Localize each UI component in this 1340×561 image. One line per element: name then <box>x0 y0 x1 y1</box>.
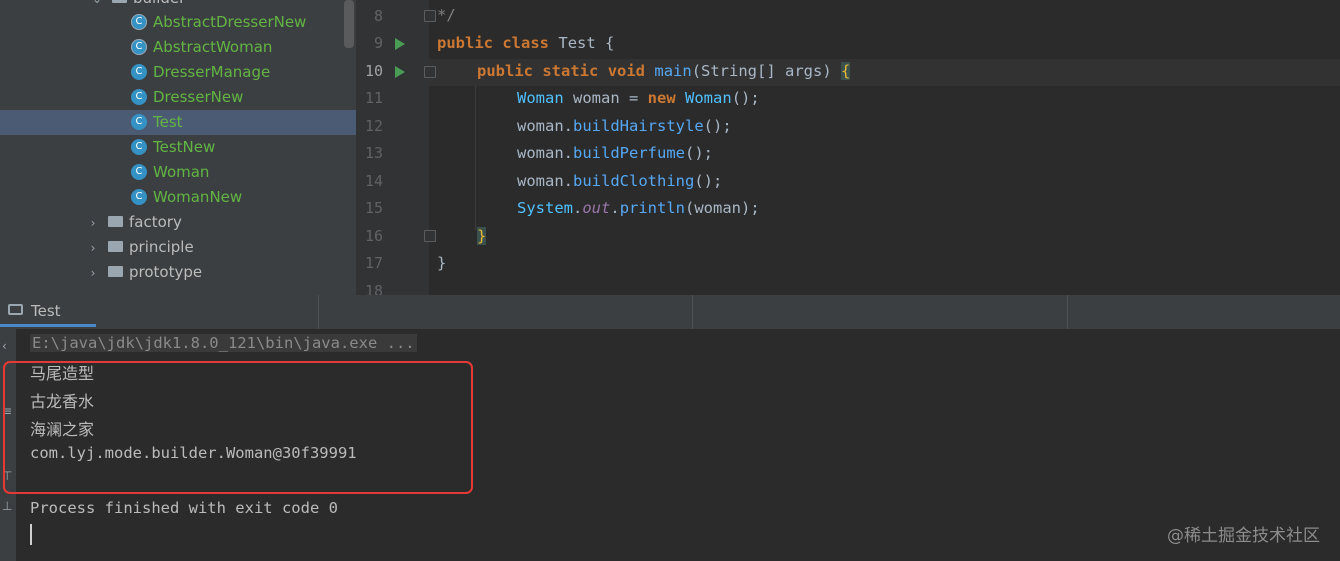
chevron-right-icon[interactable]: › <box>86 211 100 236</box>
abstract-class-icon: C <box>131 38 147 55</box>
class-icon: C <box>131 138 147 155</box>
chevron-left-icon[interactable]: ‹ <box>2 339 7 353</box>
code-line-13: woman.buildPerfume(); <box>517 144 713 162</box>
folder-icon <box>108 216 123 227</box>
tree-item-abstractdressernew[interactable]: C AbstractDresserNew <box>131 10 306 35</box>
watermark: @稀土掘金技术社区 <box>1167 526 1320 546</box>
tab-run-test[interactable]: Test <box>0 295 96 327</box>
tree-item-dressermanage[interactable]: C DresserManage <box>131 60 270 85</box>
fold-marker-icon[interactable] <box>424 230 436 242</box>
line-number: 16 <box>364 227 383 245</box>
code-line-9: public class Test { <box>437 34 615 52</box>
fold-marker-icon[interactable] <box>424 10 436 22</box>
tree-folder-prototype[interactable]: › prototype <box>86 260 203 286</box>
abstract-class-icon: C <box>131 13 147 30</box>
line-number: 8 <box>373 7 383 25</box>
line-number: 13 <box>364 144 383 162</box>
editor-gutter[interactable]: 8 9 10 11 12 13 14 15 16 17 18 <box>357 0 436 295</box>
code-line-10: public static void main(String[] args) { <box>477 62 851 80</box>
chevron-right-icon[interactable]: › <box>86 261 100 286</box>
code-line-16: } <box>477 227 487 245</box>
tree-item-testnew[interactable]: C TestNew <box>131 135 215 160</box>
line-number-current: 10 <box>364 62 383 80</box>
tree-folder-factory[interactable]: › factory <box>86 210 182 235</box>
line-number: 9 <box>373 34 383 52</box>
text-cursor <box>30 524 32 545</box>
line-number: 17 <box>364 254 383 272</box>
run-console[interactable]: ‹ ≡ ⊤ ⊥ E:\java\jdk\jdk1.8.0_121\bin\jav… <box>0 329 1340 561</box>
class-icon: C <box>131 188 147 205</box>
tree-scrollbar[interactable] <box>344 0 354 48</box>
print-icon[interactable]: ⊥ <box>2 499 12 513</box>
tree-item-test[interactable]: C Test <box>0 110 356 135</box>
run-class-icon[interactable] <box>395 38 405 50</box>
console-exit-message: Process finished with exit code 0 <box>30 499 338 517</box>
divider <box>692 295 693 329</box>
code-line-14: woman.buildClothing(); <box>517 172 723 190</box>
folder-icon <box>108 241 123 252</box>
project-tree[interactable]: ⌄builder CAbstractDresserNew CAbstractWo… <box>0 0 356 295</box>
class-icon: C <box>131 163 147 180</box>
tree-item-dressernew[interactable]: C DresserNew <box>131 85 243 110</box>
line-number: 14 <box>364 172 383 190</box>
class-icon: C <box>131 113 147 130</box>
folder-icon <box>112 0 127 3</box>
chevron-down-icon[interactable]: ⌄ <box>90 0 104 12</box>
console-command: E:\java\jdk\jdk1.8.0_121\bin\java.exe ..… <box>30 334 417 352</box>
line-number: 12 <box>364 117 383 135</box>
code-line-15: System.out.println(woman); <box>517 199 760 217</box>
run-toolwindow-header: Test <box>0 295 1340 330</box>
console-icon <box>8 304 23 315</box>
line-number: 11 <box>364 89 383 107</box>
folder-icon <box>108 266 123 277</box>
indent-guide <box>475 86 476 230</box>
class-icon: C <box>131 63 147 80</box>
code-line-12: woman.buildHairstyle(); <box>517 117 732 135</box>
fold-marker-icon[interactable] <box>424 66 436 78</box>
tree-item-womannew[interactable]: C WomanNew <box>131 185 242 210</box>
tree-folder-principle[interactable]: › principle <box>86 235 194 260</box>
run-main-icon[interactable] <box>395 66 405 78</box>
tree-item-woman[interactable]: C Woman <box>131 160 209 185</box>
class-icon: C <box>131 88 147 105</box>
line-number: 18 <box>364 282 383 295</box>
line-number: 15 <box>364 199 383 217</box>
code-editor[interactable]: 8 9 10 11 12 13 14 15 16 17 18 */ public… <box>357 0 1340 295</box>
code-line-11: Woman woman = new Woman(); <box>517 89 760 107</box>
red-highlight-box <box>3 361 473 494</box>
chevron-right-icon[interactable]: › <box>86 236 100 261</box>
code-line-8: */ <box>437 6 456 24</box>
divider <box>1067 295 1068 329</box>
code-line-17: } <box>437 254 447 272</box>
tree-item-abstractwoman[interactable]: C AbstractWoman <box>131 35 272 60</box>
divider <box>318 295 319 329</box>
